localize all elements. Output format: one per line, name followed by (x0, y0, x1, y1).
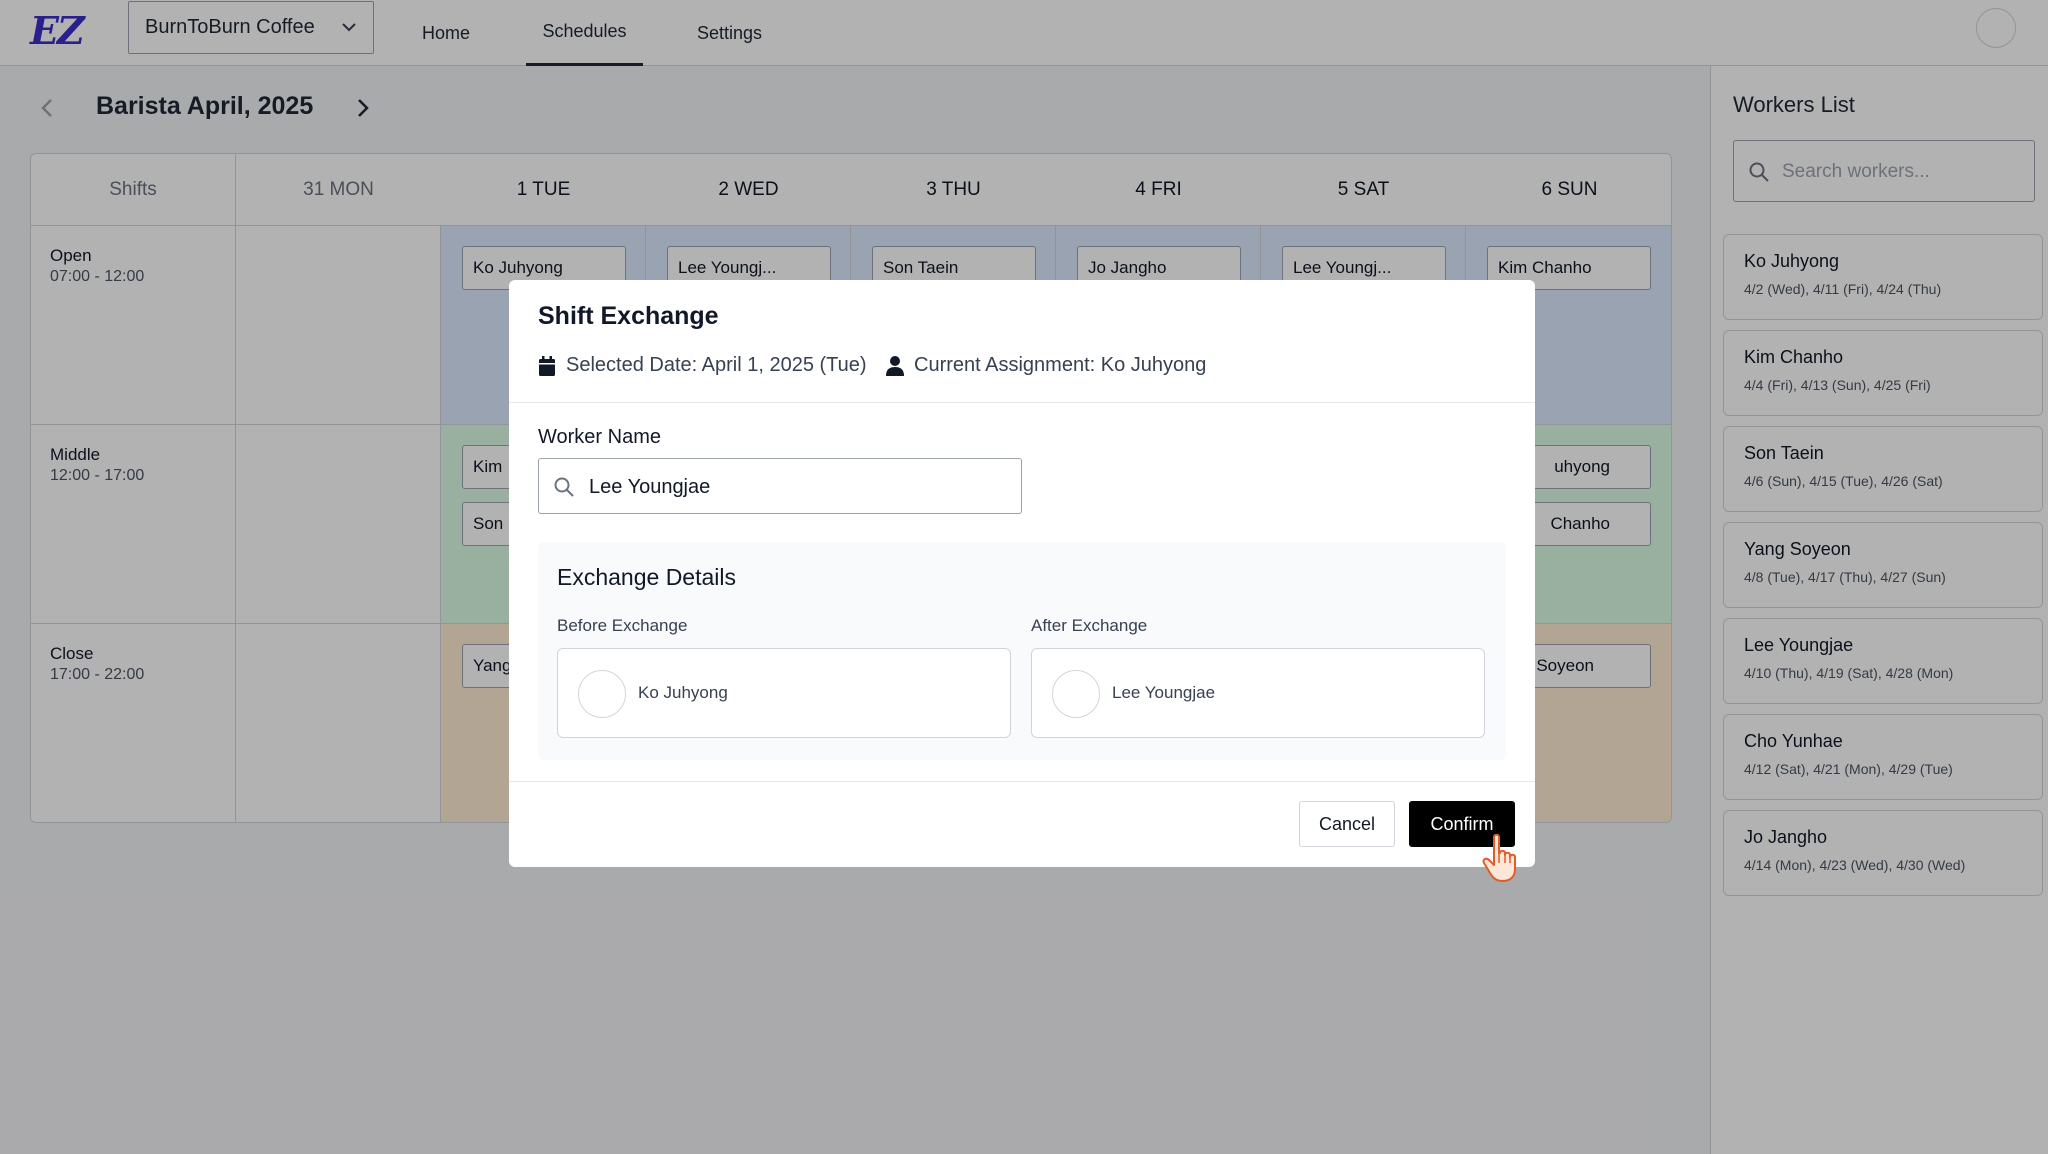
exchange-details: Exchange Details Before Exchange After E… (538, 542, 1506, 760)
after-exchange-label: After Exchange (1031, 616, 1148, 635)
modal-divider (509, 781, 1535, 782)
avatar (1052, 670, 1100, 718)
modal-title: Shift Exchange (538, 302, 719, 330)
selected-date-text: Selected Date: April 1, 2025 (Tue) (566, 354, 867, 376)
search-icon (554, 477, 574, 497)
worker-name-field[interactable] (538, 458, 1022, 514)
current-assignment-text: Current Assignment: Ko Juhyong (914, 354, 1207, 376)
exchange-details-title: Exchange Details (557, 564, 736, 590)
before-exchange-card: Ko Juhyong (557, 648, 1011, 738)
before-exchange-label: Before Exchange (557, 616, 688, 635)
after-exchange-card: Lee Youngjae (1031, 648, 1485, 738)
selected-date-meta: Selected Date: April 1, 2025 (Tue) (538, 354, 867, 377)
shift-exchange-modal: Shift Exchange Selected Date: April 1, 2… (509, 280, 1535, 867)
user-icon (886, 355, 904, 376)
before-exchange-name: Ko Juhyong (638, 683, 728, 702)
calendar-icon (539, 355, 555, 376)
worker-name-input[interactable] (589, 470, 1009, 504)
avatar (578, 670, 626, 718)
cancel-button[interactable]: Cancel (1299, 801, 1395, 847)
modal-divider (509, 402, 1535, 403)
current-assignment-meta: Current Assignment: Ko Juhyong (886, 354, 1206, 377)
hand-pointer-icon (1482, 833, 1516, 882)
after-exchange-name: Lee Youngjae (1112, 683, 1216, 702)
worker-name-label: Worker Name (538, 426, 661, 448)
